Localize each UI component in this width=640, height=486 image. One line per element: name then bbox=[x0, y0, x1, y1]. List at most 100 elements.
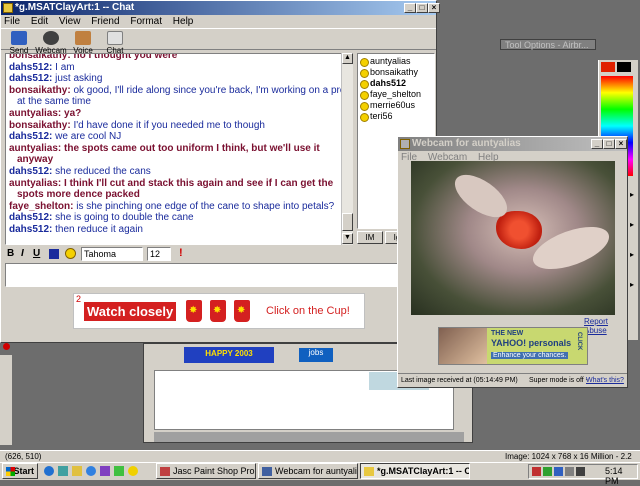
italic-button[interactable]: I bbox=[21, 248, 24, 259]
webcam-video bbox=[411, 161, 615, 315]
yahoo-personals-ad[interactable]: THE NEW YAHOO! personals Enhance your ch… bbox=[438, 327, 588, 365]
menu-help[interactable]: Help bbox=[173, 16, 194, 27]
tray-icon-2[interactable] bbox=[543, 467, 552, 476]
report-abuse-link[interactable]: Report Abuse bbox=[584, 317, 627, 335]
taskbar-webcam[interactable]: Webcam for auntyalias bbox=[258, 463, 358, 479]
menu-format[interactable]: Format bbox=[130, 16, 162, 27]
app-icon[interactable] bbox=[114, 466, 124, 476]
friend-item[interactable]: auntyalias bbox=[358, 56, 434, 67]
message-sender[interactable]: dahs512: bbox=[9, 62, 52, 73]
message-text: ok good, I'll ride along since you're ba… bbox=[73, 84, 349, 96]
chat-titlebar[interactable]: *g.MSATClayArt:1 -- Chat _ □ × bbox=[1, 1, 440, 15]
message-sender[interactable]: dahs512: bbox=[9, 212, 52, 223]
message-text: then reduce it again bbox=[55, 223, 143, 235]
message-sender[interactable]: faye_shelton: bbox=[9, 201, 73, 212]
color-picker-icon[interactable] bbox=[49, 249, 59, 259]
ad-brand: YAHOO! personals bbox=[491, 338, 572, 348]
chat-menubar: File Edit View Friend Format Help bbox=[1, 15, 436, 28]
font-select[interactable]: Tahoma bbox=[81, 247, 143, 261]
messenger-icon[interactable] bbox=[100, 466, 110, 476]
start-button[interactable]: Start bbox=[2, 463, 38, 479]
bg-color-swatch[interactable] bbox=[617, 62, 631, 72]
maximize-button[interactable]: □ bbox=[416, 3, 428, 13]
message-sender[interactable]: bonsaikathy: bbox=[9, 85, 71, 96]
cup-icon-3[interactable] bbox=[234, 300, 250, 322]
ie-icon-2[interactable] bbox=[86, 466, 96, 476]
scroll-down-button[interactable]: ▼ bbox=[342, 233, 353, 244]
chat-scrollbar[interactable]: ▲ ▼ bbox=[341, 53, 353, 245]
menu-edit[interactable]: Edit bbox=[31, 16, 48, 27]
friend-item[interactable]: dahs512 bbox=[358, 78, 434, 89]
tray-icon-1[interactable] bbox=[532, 467, 541, 476]
im-button[interactable]: IM bbox=[357, 231, 383, 244]
psp-left-toolbar[interactable] bbox=[0, 355, 12, 445]
clock[interactable]: 5:14 PM bbox=[605, 466, 637, 486]
ie-icon[interactable] bbox=[44, 466, 54, 476]
friend-item[interactable]: teri56 bbox=[358, 111, 434, 122]
underline-button[interactable]: U bbox=[33, 248, 40, 259]
desktop-icon[interactable] bbox=[58, 466, 68, 476]
menu-file[interactable]: File bbox=[4, 16, 20, 27]
chat-button[interactable]: Chat bbox=[99, 29, 131, 55]
super-mode-status: Super mode is off - bbox=[529, 377, 589, 384]
system-tray: 5:14 PM bbox=[528, 464, 638, 486]
webcam-titlebar[interactable]: Webcam for auntyalias _ □ × bbox=[398, 137, 627, 151]
menu-view[interactable]: View bbox=[59, 16, 81, 27]
friend-item[interactable]: bonsaikathy bbox=[358, 67, 434, 78]
size-select[interactable]: 12 bbox=[147, 247, 171, 261]
message-sender[interactable]: auntyalias: bbox=[9, 178, 61, 189]
psp-tool-options-title[interactable]: Tool Options - Airbr... bbox=[500, 39, 596, 50]
scroll-up-button[interactable]: ▲ bbox=[342, 53, 353, 64]
chat-message: at the same time bbox=[9, 96, 349, 108]
bold-button[interactable]: B bbox=[7, 248, 14, 259]
message-sender[interactable]: dahs512: bbox=[9, 131, 52, 142]
message-input[interactable] bbox=[5, 263, 435, 287]
taskbar-psp[interactable]: Jasc Paint Shop Pro - Ima... bbox=[156, 463, 256, 479]
cup-icon-2[interactable] bbox=[210, 300, 226, 322]
exclamation-icon[interactable]: ! bbox=[179, 247, 183, 259]
message-text: I'd have done it if you needed me to tho… bbox=[73, 119, 265, 131]
volume-icon[interactable] bbox=[576, 467, 585, 476]
whats-this-link[interactable]: What's this? bbox=[586, 374, 624, 387]
smiley-icon[interactable] bbox=[65, 248, 76, 259]
psp-side-arrows[interactable]: ▸ ▸ ▸ ▸ bbox=[630, 180, 640, 300]
chat-app-icon bbox=[3, 3, 13, 13]
message-sender[interactable]: dahs512: bbox=[9, 224, 52, 235]
message-sender[interactable]: bonsaikathy: bbox=[9, 54, 71, 61]
fg-color-swatch[interactable] bbox=[601, 62, 615, 72]
message-sender[interactable]: dahs512: bbox=[9, 73, 52, 84]
message-sender[interactable]: bonsaikathy: bbox=[9, 120, 71, 131]
quick-launch bbox=[42, 465, 152, 477]
menu-friend[interactable]: Friend bbox=[91, 16, 119, 27]
voice-button[interactable]: Voice bbox=[67, 29, 99, 55]
webcam-maximize-button[interactable]: □ bbox=[603, 139, 615, 149]
webcam-button[interactable]: Webcam bbox=[35, 29, 67, 55]
scroll-thumb[interactable] bbox=[342, 213, 353, 231]
close-button[interactable]: × bbox=[428, 3, 440, 13]
chat-message: dahs512: I am bbox=[9, 62, 349, 74]
ad-cta: Click on the Cup! bbox=[266, 305, 350, 317]
taskbar-chat[interactable]: *g.MSATClayArt:1 -- C... bbox=[360, 463, 470, 479]
cup-icon-1[interactable] bbox=[186, 300, 202, 322]
ad-banner[interactable]: 2 Watch closely Click on the Cup! bbox=[73, 293, 365, 329]
message-sender[interactable]: auntyalias: bbox=[9, 108, 61, 119]
psp-red-marker bbox=[3, 343, 10, 350]
chat-icon bbox=[107, 31, 123, 45]
webcam-close-button[interactable]: × bbox=[615, 139, 627, 149]
tray-icon-3[interactable] bbox=[554, 467, 563, 476]
message-sender[interactable]: auntyalias: bbox=[9, 143, 61, 154]
chat-message: spots more dence packed bbox=[9, 189, 349, 201]
smiley-launch-icon[interactable] bbox=[128, 466, 138, 476]
chat-message: bonsaikathy: ok good, I'll ride along si… bbox=[9, 85, 349, 97]
message-text: spots more dence packed bbox=[17, 189, 140, 201]
chat-messages[interactable]: bonsaikathy: no I thought you were dahs51… bbox=[5, 53, 353, 245]
webcam-minimize-button[interactable]: _ bbox=[591, 139, 603, 149]
outlook-icon[interactable] bbox=[72, 466, 82, 476]
webcam-statusbar: Last image received at (05:14:49 PM) Sup… bbox=[398, 373, 627, 387]
message-sender[interactable]: dahs512: bbox=[9, 166, 52, 177]
friend-item[interactable]: faye_shelton bbox=[358, 89, 434, 100]
chat-message: anyway bbox=[9, 154, 349, 166]
tray-icon-4[interactable] bbox=[565, 467, 574, 476]
friend-item[interactable]: merrie60us bbox=[358, 100, 434, 111]
minimize-button[interactable]: _ bbox=[404, 3, 416, 13]
